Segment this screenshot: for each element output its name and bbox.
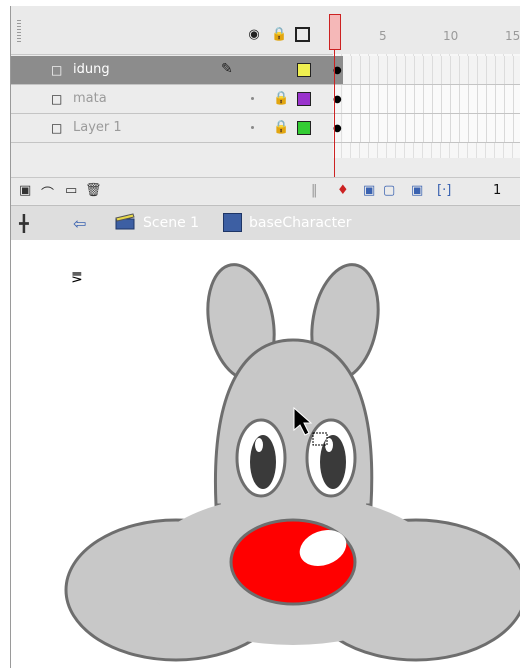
stage-canvas[interactable]: ⪚ <box>11 240 520 668</box>
symbol-icon <box>223 213 242 232</box>
timeline-toolbar: ▣ ⌒ ▭ 🗑 ‖ ♦ ▣ ▢ ▣ [·] 1 <box>11 177 520 204</box>
layer-icon: □ <box>51 63 63 77</box>
layer-row-idung[interactable]: □ idung ✎ ● <box>11 56 520 85</box>
add-motion-guide-icon[interactable]: ⌒ <box>41 183 54 202</box>
insert-layer-icon[interactable]: ▣ <box>19 183 31 198</box>
layer-name[interactable]: mata <box>73 91 107 106</box>
insert-folder-icon[interactable]: ▭ <box>65 183 77 198</box>
layer-frames[interactable] <box>343 114 520 142</box>
layer-row-layer-1[interactable]: □ Layer 1 🔒 ● <box>11 114 520 143</box>
panel-grip[interactable] <box>17 20 21 42</box>
layer-icon: □ <box>51 92 63 106</box>
timeline-panel: ◉ 🔒 5 10 15 □ idung ✎ ● □ mata 🔒 ● □ Lay… <box>11 6 520 206</box>
playhead-line <box>334 50 335 198</box>
edit-bar: ╋ ⇦ Scene 1 baseCharacter <box>11 205 520 241</box>
outline-icon[interactable] <box>295 27 310 42</box>
modify-markers-icon[interactable]: [·] <box>437 183 451 198</box>
breadcrumb-scene[interactable]: Scene 1 <box>143 215 199 231</box>
lock-icon[interactable]: 🔒 <box>271 28 287 42</box>
lock-icon[interactable]: 🔒 <box>273 91 289 106</box>
current-frame: 1 <box>493 183 502 198</box>
layer-icon: □ <box>51 121 63 135</box>
frame-number: 15 <box>505 29 520 43</box>
center-frame-icon[interactable]: ♦ <box>337 183 349 198</box>
base-character[interactable] <box>11 240 520 668</box>
onion-outlines-icon[interactable]: ▢ <box>383 183 395 198</box>
flash-ide: ◉ 🔒 5 10 15 □ idung ✎ ● □ mata 🔒 ● □ Lay… <box>10 6 520 668</box>
scroll-divider: ‖ <box>311 183 318 198</box>
visibility-dot[interactable] <box>251 97 254 100</box>
frame-number: 5 <box>379 29 387 43</box>
layer-name[interactable]: Layer 1 <box>73 120 122 135</box>
eye-icon[interactable]: ◉ <box>247 28 261 42</box>
edit-multiple-frames-icon[interactable]: ▣ <box>411 183 423 198</box>
lock-icon[interactable]: 🔒 <box>273 120 289 135</box>
onion-skin-icon[interactable]: ▣ <box>363 183 375 198</box>
pencil-icon: ✎ <box>221 61 233 77</box>
clapperboard-icon <box>115 213 135 230</box>
timeline-toggle-icon[interactable]: ╋ <box>19 214 29 233</box>
layer-name[interactable]: idung <box>73 62 110 77</box>
frame-number: 10 <box>443 29 459 43</box>
breadcrumb-symbol[interactable]: baseCharacter <box>249 215 352 231</box>
back-arrow-icon[interactable]: ⇦ <box>73 214 86 233</box>
delete-layer-icon[interactable]: 🗑 <box>85 183 102 198</box>
layer-frames[interactable] <box>343 56 520 84</box>
layer-frames[interactable] <box>343 85 520 113</box>
layer-row-mata[interactable]: □ mata 🔒 ● <box>11 85 520 114</box>
visibility-dot[interactable] <box>251 126 254 129</box>
timeline-header: ◉ 🔒 5 10 15 <box>11 6 520 55</box>
outline-color-swatch[interactable] <box>297 63 311 77</box>
playhead[interactable] <box>329 14 341 50</box>
outline-color-swatch[interactable] <box>297 121 311 135</box>
outline-color-swatch[interactable] <box>297 92 311 106</box>
